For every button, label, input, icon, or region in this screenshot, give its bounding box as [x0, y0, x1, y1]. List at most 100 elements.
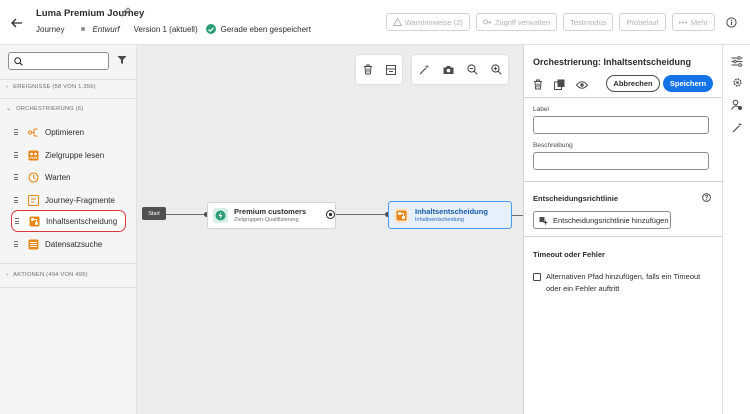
node-output-icon[interactable]	[326, 210, 335, 219]
node-subtitle: Inhaltsentscheidung	[415, 216, 464, 223]
drag-handle-icon	[15, 218, 19, 224]
eye-icon[interactable]	[575, 80, 589, 91]
divider	[0, 98, 137, 99]
events-section-title: EREIGNISSE (58 VON 1.356)	[13, 84, 96, 90]
manage-access-button[interactable]: Zugriff verwalten	[475, 13, 558, 31]
check-circle-icon	[205, 24, 216, 34]
divider	[524, 97, 723, 98]
journey-header: Luma Premium Journey Journey Entwurf Ver…	[0, 0, 750, 45]
drag-handle-icon	[14, 241, 18, 247]
more-button[interactable]: ••• Mehr	[671, 13, 715, 31]
properties-rail	[722, 45, 750, 414]
activity-palette: › EREIGNISSE (58 VON 1.356) ⌄ ORCHESTRIE…	[0, 45, 137, 414]
trash-icon[interactable]	[362, 64, 373, 76]
decision-policy-heading: Entscheidungsrichtlinie	[533, 194, 619, 203]
node-subtitle: Zielgruppen-Qualifizierung	[234, 217, 299, 223]
add-decision-policy-label: Entscheidungsrichtlinie hinzufügen	[553, 215, 669, 225]
magic-wand-icon[interactable]	[731, 121, 743, 133]
info-icon	[725, 16, 737, 28]
journey-canvas[interactable]: Start Premium customers Zielgruppen-Qual…	[137, 45, 523, 414]
warnings-button[interactable]: Warnhinweise (2)	[385, 13, 470, 31]
save-status: Gerade eben gespeichert	[220, 24, 311, 34]
cancel-button[interactable]: Abbrechen	[606, 75, 660, 92]
manage-access-label: Zugriff verwalten	[494, 17, 551, 27]
orchestration-section-title: ORCHESTRIERUNG (6)	[16, 106, 84, 112]
orchestration-section-toggle[interactable]: ⌄ ORCHESTRIERUNG (6)	[6, 106, 83, 112]
drag-handle-icon	[14, 152, 18, 158]
audience-icon	[28, 150, 39, 161]
activity-dataset-lookup[interactable]: Datensatzsuche	[14, 233, 129, 255]
activity-label: Inhaltsentscheidung	[46, 216, 118, 226]
activity-content-decision[interactable]: Inhaltsentscheidung	[11, 210, 126, 232]
info-button[interactable]	[723, 14, 739, 30]
filter-icon[interactable]	[117, 55, 127, 65]
header-actions: Warnhinweise (2) Zugriff verwalten Testm…	[385, 13, 739, 31]
activity-label: Zielgruppe lesen	[45, 150, 105, 160]
description-field[interactable]	[533, 152, 709, 170]
more-label: Mehr	[690, 17, 708, 27]
activity-label: Datensatzsuche	[45, 239, 103, 249]
chevron-down-icon: ⌄	[6, 106, 12, 112]
duplicate-icon[interactable]	[554, 79, 565, 92]
save-button[interactable]: Speichern	[663, 75, 713, 92]
timeout-heading: Timeout oder Fehler	[533, 250, 605, 259]
decision-icon	[29, 216, 40, 227]
panel-actions	[533, 79, 589, 92]
start-node[interactable]: Start	[142, 207, 166, 220]
activity-properties-panel: Orchestrierung: Inhaltsentscheidung Abbr…	[523, 45, 723, 414]
zoom-in-icon[interactable]	[490, 64, 502, 76]
help-icon[interactable]	[702, 193, 711, 202]
warnings-label: Warnhinweise (2)	[404, 17, 463, 27]
connector-line	[512, 215, 523, 216]
collapse-icon[interactable]	[385, 64, 396, 76]
divider	[524, 181, 723, 182]
status-dot-icon	[81, 27, 86, 31]
events-section-toggle[interactable]: › EREIGNISSE (58 VON 1.356)	[6, 84, 96, 90]
properties-icon[interactable]	[731, 55, 743, 67]
content-decision-node[interactable]: Inhaltsentscheidung Inhaltsentscheidung	[388, 201, 512, 229]
divider	[524, 236, 723, 237]
description-field-label: Beschreibung	[533, 142, 573, 149]
test-mode-button[interactable]: Testmodus	[563, 13, 614, 31]
journey-status: Entwurf	[92, 24, 120, 34]
policy-add-icon	[539, 216, 548, 224]
connector-line	[166, 214, 206, 215]
alternative-path-label: Alternativen Pfad hinzufügen, falls ein …	[546, 272, 701, 293]
activity-optimize[interactable]: Optimieren	[14, 121, 129, 143]
drag-handle-icon	[14, 129, 18, 135]
activity-read-audience[interactable]: Zielgruppe lesen	[14, 144, 129, 166]
camera-icon[interactable]	[442, 64, 454, 76]
dry-run-button[interactable]: Probelauf	[619, 13, 666, 31]
actions-section-toggle[interactable]: › AKTIONEN (494 VON 495)	[6, 272, 88, 278]
back-button[interactable]	[8, 14, 26, 32]
alternative-path-checkbox[interactable]	[533, 273, 541, 281]
settings-icon[interactable]	[731, 76, 743, 88]
actions-section-title: AKTIONEN (494 VON 495)	[13, 272, 88, 278]
activity-label: Optimieren	[45, 127, 85, 137]
panel-title: Orchestrierung: Inhaltsentscheidung	[533, 57, 692, 67]
more-dots-icon: •••	[678, 17, 688, 27]
fragment-icon	[28, 194, 39, 206]
user-settings-icon[interactable]	[731, 99, 743, 111]
arrow-left-icon	[11, 18, 22, 28]
activity-journey-fragments[interactable]: Journey-Fragmente	[14, 189, 129, 211]
canvas-view-toolbar	[412, 55, 508, 84]
pencil-icon[interactable]	[121, 7, 131, 17]
test-mode-label: Testmodus	[570, 17, 607, 27]
dry-run-label: Probelauf	[626, 17, 659, 27]
activity-search-input[interactable]	[8, 52, 109, 70]
add-decision-policy-button[interactable]: Entscheidungsrichtlinie hinzufügen	[533, 211, 671, 229]
activity-wait[interactable]: Warten	[14, 166, 129, 188]
dataset-icon	[28, 239, 39, 250]
journey-version[interactable]: Version 1 (aktuell)	[134, 25, 198, 34]
label-field[interactable]	[533, 116, 709, 134]
canvas-edit-toolbar	[356, 55, 402, 84]
audience-qualification-node[interactable]: Premium customers Zielgruppen-Qualifizie…	[207, 202, 336, 229]
zoom-out-icon[interactable]	[466, 64, 478, 76]
delete-icon[interactable]	[533, 79, 543, 92]
magic-wand-icon[interactable]	[418, 64, 430, 76]
connector-line	[336, 214, 387, 215]
activity-label: Journey-Fragmente	[45, 195, 115, 205]
node-title: Inhaltsentscheidung	[415, 206, 488, 216]
label-field-label: Label	[533, 106, 549, 113]
